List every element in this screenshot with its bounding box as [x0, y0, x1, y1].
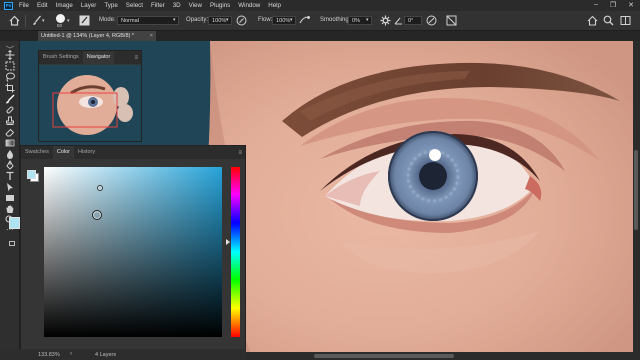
menu-bar: Ps File Edit Image Layer Type Select Fil…: [0, 0, 640, 11]
brush-preset-icon[interactable]: [56, 14, 65, 23]
quick-mask-icon[interactable]: [9, 241, 15, 246]
lasso-tool-icon[interactable]: [5, 72, 15, 82]
opacity-chevron-icon[interactable]: ▾: [226, 17, 229, 23]
mode-label: Mode:: [99, 17, 116, 23]
flow-chevron-icon[interactable]: ▾: [290, 17, 293, 23]
tab-brush-settings[interactable]: Brush Settings: [39, 51, 83, 64]
minimize-icon[interactable]: –: [594, 1, 598, 9]
separator: [25, 15, 26, 27]
flow-label: Flow:: [258, 17, 273, 23]
mode-chevron-icon[interactable]: ▾: [173, 17, 176, 23]
symmetry-icon[interactable]: [446, 15, 457, 26]
tools-panel: ···: [0, 41, 20, 360]
layer-count: 4 Layers: [95, 352, 117, 358]
navigator-panel: Brush Settings Navigator ≡: [38, 50, 142, 142]
rectangle-tool-icon[interactable]: [5, 193, 15, 203]
healing-brush-icon[interactable]: [5, 105, 15, 115]
menu-file[interactable]: File: [19, 2, 29, 9]
gradient-tool-icon[interactable]: [5, 138, 15, 148]
tab-navigator[interactable]: Navigator: [82, 51, 115, 64]
brush-tool-icon-sidebar[interactable]: [5, 94, 15, 104]
move-tool-icon[interactable]: [5, 50, 15, 60]
brush-preset-chevron-icon[interactable]: ▾: [67, 18, 70, 24]
pupil: [419, 162, 447, 190]
status-menu-chevron-icon[interactable]: ›: [70, 351, 72, 357]
close-window-icon[interactable]: ✕: [628, 1, 634, 9]
menu-type[interactable]: Type: [104, 2, 117, 9]
home-screen-icon[interactable]: [587, 15, 598, 26]
previous-color-marker: [97, 185, 103, 191]
menu-layer[interactable]: Layer: [81, 2, 96, 9]
panel-menu-icon[interactable]: ≡: [134, 55, 138, 61]
menu-edit[interactable]: Edit: [37, 2, 48, 9]
workspace-icon[interactable]: [620, 15, 631, 26]
crop-tool-icon[interactable]: [5, 83, 15, 93]
document-tab-title: Untitled-1 @ 134% (Layer 4, RGB/8) *: [41, 33, 135, 39]
menu-select[interactable]: Select: [126, 2, 143, 9]
pen-tool-icon[interactable]: [5, 160, 15, 170]
marquee-tool-icon[interactable]: [5, 61, 15, 71]
airbrush-icon[interactable]: [299, 15, 311, 26]
menu-filter[interactable]: Filter: [151, 2, 165, 9]
close-tab-icon[interactable]: ×: [150, 31, 153, 41]
foreground-color-chip[interactable]: [27, 170, 36, 179]
pressure-opacity-icon[interactable]: [236, 15, 247, 26]
navigator-panel-tabs: Brush Settings Navigator ≡: [39, 51, 141, 64]
menu-view[interactable]: View: [189, 2, 202, 9]
brush-angle-icon[interactable]: [394, 16, 403, 25]
window-controls: – ❐ ✕: [594, 1, 634, 9]
catchlight: [429, 149, 441, 161]
status-bar: 133.83% 4 Layers ›: [0, 349, 246, 360]
collapse-toolbar-icon[interactable]: [4, 45, 16, 49]
hue-slider-handle[interactable]: [226, 239, 230, 245]
menu-plugins[interactable]: Plugins: [210, 2, 230, 9]
brush-settings-panel-icon[interactable]: [79, 15, 90, 26]
brush-angle-input[interactable]: 0°: [404, 16, 422, 25]
pressure-size-icon[interactable]: [426, 15, 437, 26]
saturation-brightness-field[interactable]: [44, 167, 222, 337]
color-panel: Swatches Color History ≡: [20, 145, 246, 350]
menu-3d[interactable]: 3D: [173, 2, 181, 9]
type-tool-icon[interactable]: [5, 171, 15, 181]
tab-history[interactable]: History: [74, 146, 99, 159]
smoothing-label: Smoothing:: [320, 17, 351, 23]
menu-help[interactable]: Help: [268, 2, 281, 9]
foreground-color-swatch[interactable]: [9, 217, 20, 229]
home-icon[interactable]: [9, 15, 20, 26]
document-tab[interactable]: Untitled-1 @ 134% (Layer 4, RGB/8) * ×: [38, 31, 156, 41]
color-picker-ring[interactable]: [92, 210, 102, 220]
restore-icon[interactable]: ❐: [610, 1, 616, 9]
tab-swatches[interactable]: Swatches: [21, 146, 53, 159]
hand-tool-icon[interactable]: [5, 204, 15, 214]
tab-color[interactable]: Color: [52, 146, 75, 159]
search-icon[interactable]: [603, 15, 614, 26]
menu-window[interactable]: Window: [238, 2, 260, 9]
zoom-level[interactable]: 133.83%: [38, 352, 60, 358]
menu-image[interactable]: Image: [56, 2, 73, 9]
color-panel-menu-icon[interactable]: ≡: [238, 150, 242, 156]
blur-tool-icon[interactable]: [5, 149, 15, 159]
photoshop-logo: Ps: [4, 1, 13, 10]
brush-tool-icon[interactable]: [32, 15, 42, 26]
navigator-thumbnail[interactable]: [39, 65, 141, 141]
path-selection-icon[interactable]: [5, 182, 15, 192]
vertical-scroll-thumb[interactable]: [634, 150, 638, 230]
options-bar: ▾ 50 ▾ Mode: Normal ▾ Opacity: 100% ▾ Fl…: [0, 11, 640, 31]
eraser-tool-icon[interactable]: [5, 127, 15, 137]
brush-size-value: 50: [57, 23, 63, 28]
hue-slider[interactable]: [231, 167, 240, 337]
clone-stamp-icon[interactable]: [5, 116, 15, 126]
smoothing-chevron-icon[interactable]: ▾: [366, 17, 369, 23]
opacity-label: Opacity:: [186, 17, 209, 23]
chevron-down-icon[interactable]: ▾: [42, 18, 45, 24]
horizontal-scroll-thumb[interactable]: [314, 354, 454, 358]
color-panel-tabs: Swatches Color History ≡: [21, 146, 245, 159]
mode-select[interactable]: Normal: [117, 16, 179, 25]
smoothing-gear-icon[interactable]: [380, 15, 391, 26]
